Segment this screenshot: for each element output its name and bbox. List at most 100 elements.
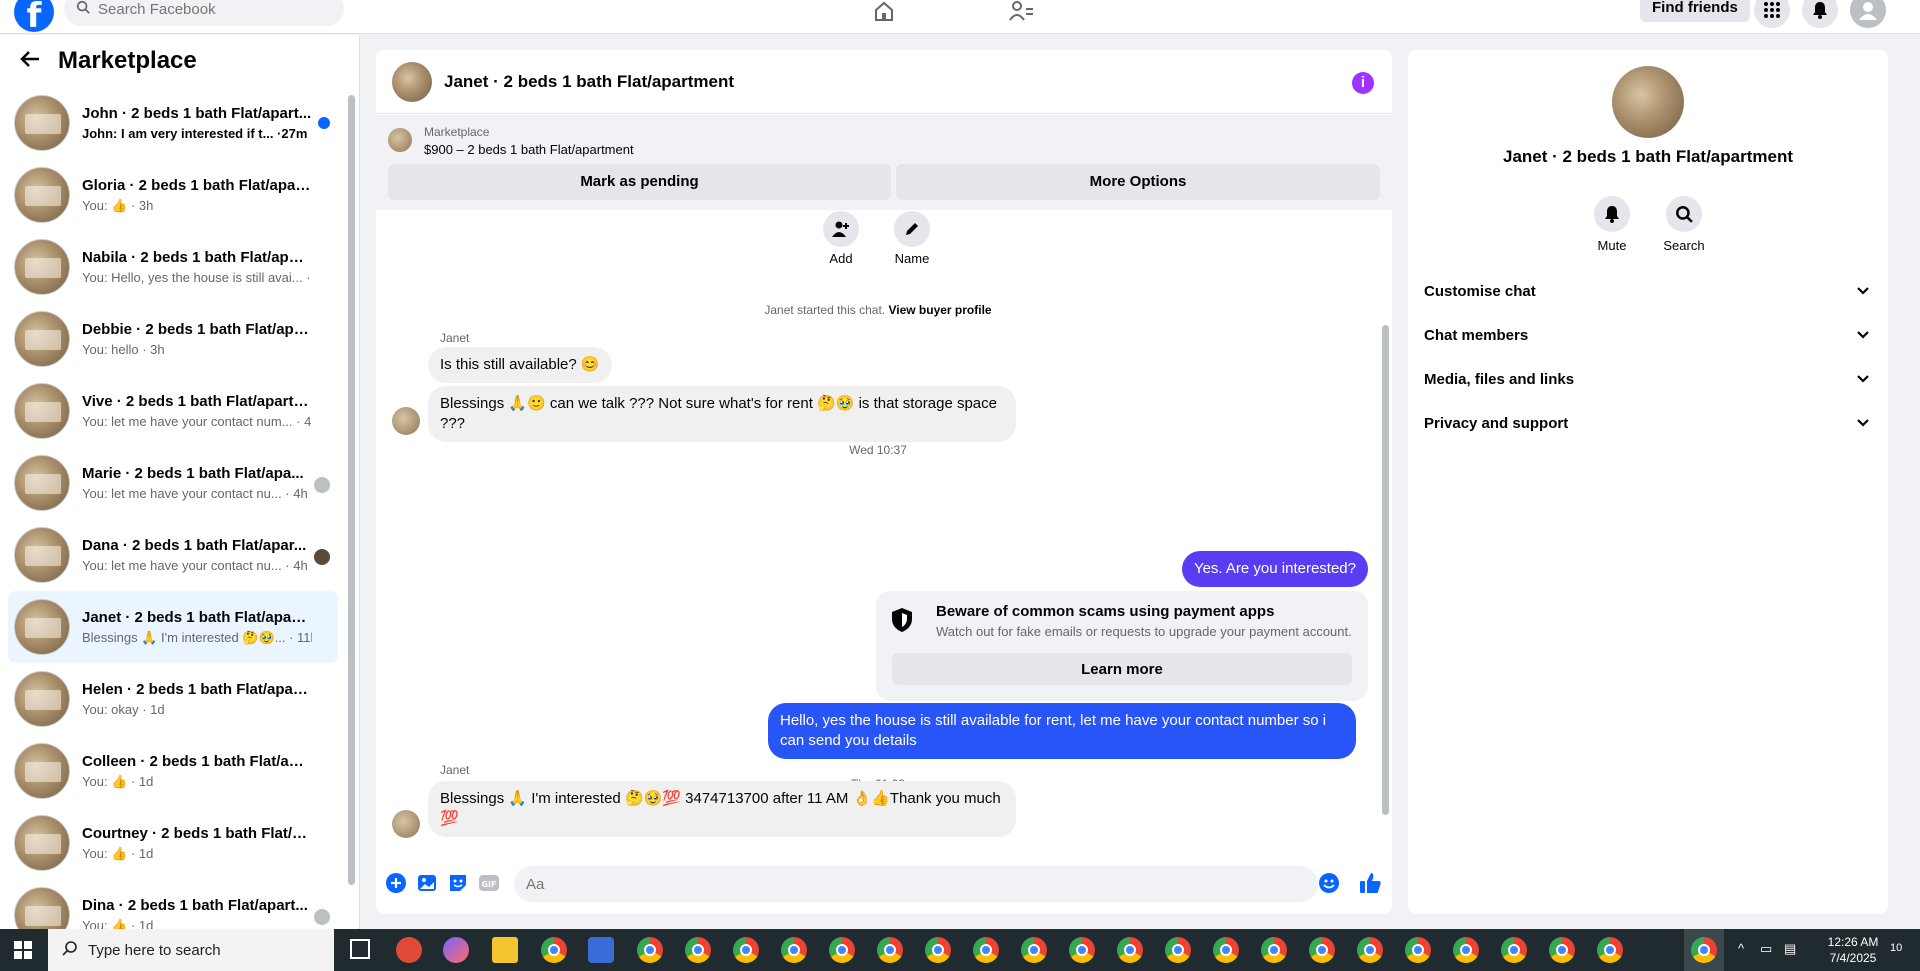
chrome-icon[interactable] [1309, 937, 1335, 963]
conversation-item[interactable]: Debbie · 2 beds 1 bath Flat/apar... You: … [8, 303, 338, 375]
chat-started-text: Janet started this chat. [764, 303, 886, 317]
unread-indicator [318, 117, 330, 129]
battery-icon[interactable]: ▭ [1760, 941, 1772, 957]
chrome-icon[interactable] [685, 937, 711, 963]
home-icon[interactable] [869, 0, 899, 22]
chrome-icon[interactable] [733, 937, 759, 963]
scrollbar-thumb[interactable] [348, 95, 355, 885]
chrome-icon[interactable] [1453, 937, 1479, 963]
chrome-icon[interactable] [877, 937, 903, 963]
name-chat-action[interactable]: Name [882, 211, 942, 266]
incoming-message[interactable]: Blessings 🙏 I'm interested 🤔🥹💯 347471370… [428, 781, 1016, 837]
chrome-icon[interactable] [1117, 937, 1143, 963]
taskbar-app-icon[interactable] [396, 937, 422, 963]
chevron-up-icon[interactable]: ^ [1738, 941, 1744, 956]
incoming-message[interactable]: Is this still available? 😊 [428, 347, 612, 383]
chrome-icon[interactable] [829, 937, 855, 963]
facebook-search-box[interactable] [64, 0, 344, 26]
conversation-preview: You: 👍 · 1d [82, 845, 154, 861]
chrome-icon[interactable] [973, 937, 999, 963]
chrome-icon[interactable] [1549, 937, 1575, 963]
bell-icon[interactable] [1802, 0, 1838, 28]
outgoing-message[interactable]: Hello, yes the house is still available … [768, 703, 1356, 759]
account-avatar[interactable] [1850, 0, 1886, 28]
chrome-icon[interactable] [1213, 937, 1239, 963]
plus-circle-icon[interactable] [385, 872, 407, 894]
conversation-item[interactable]: Courtney · 2 beds 1 bath Flat/ap... You: … [8, 807, 338, 879]
marketplace-sidebar: Marketplace John · 2 beds 1 bath Flat/ap… [0, 35, 360, 943]
incoming-message[interactable]: Blessings 🙏🙂 can we talk ??? Not sure wh… [428, 386, 1016, 442]
task-view-icon[interactable] [350, 939, 370, 959]
conversation-item[interactable]: Gloria · 2 beds 1 bath Flat/apart... You:… [8, 159, 338, 231]
chrome-icon[interactable] [541, 937, 567, 963]
taskbar-clock[interactable]: 12:26 AM 7/4/2025 [1818, 934, 1888, 966]
conversation-item[interactable]: Nabila · 2 beds 1 bath Flat/apart... You:… [8, 231, 338, 303]
learn-more-button[interactable]: Learn more [892, 653, 1352, 685]
mute-action[interactable]: Mute [1577, 196, 1647, 253]
chrome-icon[interactable] [1691, 937, 1717, 963]
outgoing-message[interactable]: Yes. Are you interested? [1181, 551, 1368, 587]
conversation-name: Courtney · 2 beds 1 bath Flat/ap... [82, 824, 312, 842]
chat-members-section[interactable]: Chat members [1424, 313, 1880, 357]
search-input[interactable] [98, 0, 318, 18]
chrome-icon[interactable] [1165, 937, 1191, 963]
conversation-item[interactable]: John · 2 beds 1 bath Flat/apart... John: … [8, 87, 338, 159]
chat-title[interactable]: Janet · 2 beds 1 bath Flat/apartment [444, 72, 734, 92]
chrome-icon[interactable] [1069, 937, 1095, 963]
file-explorer-icon[interactable] [492, 937, 518, 963]
info-icon[interactable]: i [1352, 72, 1374, 94]
sender-avatar[interactable] [392, 407, 420, 435]
gif-icon[interactable]: GIF [478, 872, 500, 894]
add-people-action[interactable]: Add [811, 211, 871, 266]
notification-count[interactable]: 10 [1890, 942, 1902, 954]
scrollbar-thumb[interactable] [1382, 325, 1389, 815]
customise-chat-section[interactable]: Customise chat [1424, 269, 1880, 313]
chrome-icon[interactable] [1021, 937, 1047, 963]
conversation-item[interactable]: Helen · 2 beds 1 bath Flat/apart... You: … [8, 663, 338, 735]
chrome-icon[interactable] [1501, 937, 1527, 963]
microsoft365-icon[interactable] [588, 937, 614, 963]
chat-scrollbar[interactable] [1380, 215, 1390, 845]
more-options-button[interactable]: More Options [896, 164, 1380, 200]
sidebar-scrollbar[interactable] [347, 83, 356, 913]
view-buyer-profile-link[interactable]: View buyer profile [888, 303, 991, 317]
conversation-item[interactable]: Marie · 2 beds 1 bath Flat/apa... You: le… [8, 447, 338, 519]
chrome-icon[interactable] [1405, 937, 1431, 963]
emoji-icon[interactable] [1318, 872, 1340, 894]
mark-as-pending-button[interactable]: Mark as pending [388, 164, 891, 200]
network-icon[interactable]: ▤ [1784, 941, 1796, 957]
copilot-icon[interactable] [443, 937, 469, 963]
conversation-item[interactable]: Vive · 2 beds 1 bath Flat/apartm... You: … [8, 375, 338, 447]
listing-price[interactable]: $900 – 2 beds 1 bath Flat/apartment [424, 142, 634, 157]
privacy-support-section[interactable]: Privacy and support [1424, 401, 1880, 445]
conversation-item-active[interactable]: Janet · 2 beds 1 bath Flat/apart... Bless… [8, 591, 338, 663]
page-scrollbar[interactable] [1906, 35, 1920, 929]
chrome-icon[interactable] [1261, 937, 1287, 963]
chrome-icon[interactable] [637, 937, 663, 963]
panel-title[interactable]: Janet · 2 beds 1 bath Flat/apartment [1408, 147, 1888, 167]
menu-grid-icon[interactable] [1754, 0, 1790, 28]
search-action[interactable]: Search [1649, 196, 1719, 253]
conversation-preview: You: 👍 · 3h [82, 197, 154, 213]
find-friends-button[interactable]: Find friends [1640, 0, 1750, 22]
chrome-icon[interactable] [781, 937, 807, 963]
media-files-links-section[interactable]: Media, files and links [1424, 357, 1880, 401]
chrome-icon[interactable] [1357, 937, 1383, 963]
message-input[interactable] [514, 866, 1318, 902]
facebook-logo[interactable]: f [14, 0, 54, 32]
chrome-icon[interactable] [925, 937, 951, 963]
chat-listing-thumbnail[interactable] [392, 61, 432, 102]
sender-avatar[interactable] [392, 810, 420, 838]
chrome-icon[interactable] [1597, 937, 1623, 963]
windows-start-icon[interactable] [14, 941, 32, 959]
panel-listing-thumbnail[interactable] [1612, 66, 1684, 138]
taskbar-search[interactable]: Type here to search [48, 929, 334, 971]
sticker-icon[interactable] [447, 872, 469, 894]
conversation-item[interactable]: Colleen · 2 beds 1 bath Flat/apar... You:… [8, 735, 338, 807]
friends-icon[interactable] [1006, 0, 1036, 22]
image-icon[interactable] [416, 872, 438, 894]
back-arrow-icon[interactable] [20, 50, 40, 73]
conversation-info-panel: Janet · 2 beds 1 bath Flat/apartment Mut… [1408, 50, 1888, 914]
conversation-item[interactable]: Dana · 2 beds 1 bath Flat/apar... You: le… [8, 519, 338, 591]
thumbs-up-icon[interactable] [1359, 872, 1381, 894]
